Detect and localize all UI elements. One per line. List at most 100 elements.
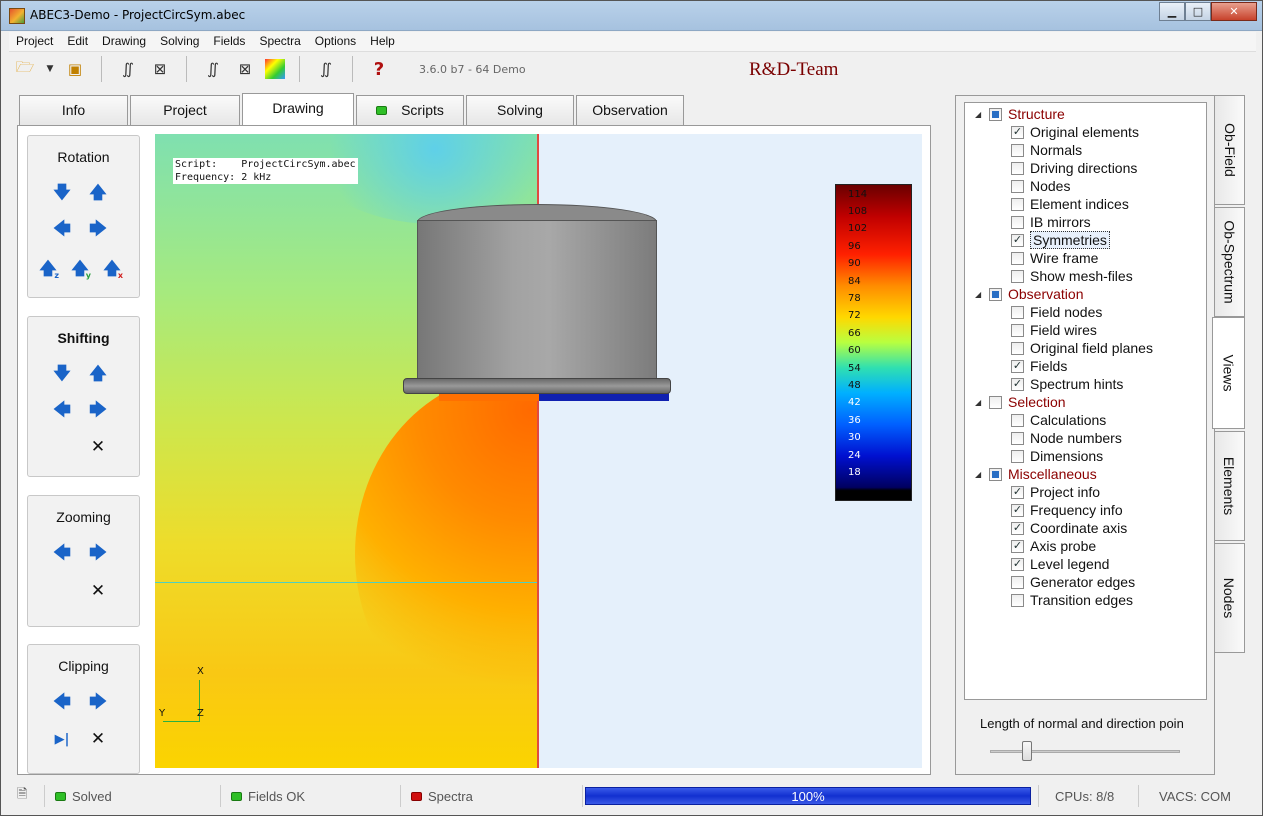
slider-thumb[interactable] [1022,741,1032,761]
checkbox[interactable] [1011,341,1024,355]
shift-down-icon[interactable]: 🡇 [52,364,72,385]
tree-item[interactable]: Field nodes [1011,303,1102,321]
menu-edit[interactable]: Edit [60,32,95,51]
tab-nodes[interactable]: Nodes [1214,543,1245,653]
rotate-x-icon[interactable]: 🡅 x [102,259,123,281]
tree-item[interactable]: Element indices [1011,195,1129,213]
checkbox[interactable] [989,467,1002,481]
open-folder-icon[interactable]: 🗁 [13,57,37,81]
tree-item[interactable]: ✓ Coordinate axis [1011,519,1127,537]
tree-item[interactable]: Wire frame [1011,249,1098,267]
shift-reset-icon[interactable]: ✕ [88,437,108,457]
tree-category[interactable]: ◢ Structure [975,105,1065,123]
tree-item[interactable]: ✓ Symmetries [1011,231,1110,249]
tree-item[interactable]: ✓ Spectrum hints [1011,375,1123,393]
menu-options[interactable]: Options [308,32,363,51]
menu-project[interactable]: Project [9,32,60,51]
tree-item[interactable]: Normals [1011,141,1082,159]
rotate-down-icon[interactable]: 🡇 [52,183,72,204]
checkbox[interactable]: ✓ [1011,539,1024,553]
spectrum-icon[interactable]: ∬ [314,57,338,81]
clip-right-icon[interactable]: 🡆 [88,692,108,713]
tab-observation[interactable]: Observation [576,95,684,126]
tab-solving[interactable]: Solving [466,95,574,126]
tree-item[interactable]: Calculations [1011,411,1106,429]
checkbox[interactable]: ✓ [1011,521,1024,535]
tree-category[interactable]: ◢ Miscellaneous [975,465,1097,483]
tree-item[interactable]: ✓ Original elements [1011,123,1139,141]
collapse-triangle-icon[interactable]: ◢ [975,290,985,299]
tree-item[interactable]: Transition edges [1011,591,1133,609]
checkbox[interactable] [1011,269,1024,283]
rotate-up-icon[interactable]: 🡅 [88,183,108,204]
maximize-button[interactable]: □ [1185,2,1211,21]
tab-elements[interactable]: Elements [1214,431,1245,541]
collapse-triangle-icon[interactable]: ◢ [975,110,985,119]
clip-left-icon[interactable]: 🡄 [52,692,72,713]
shift-right-icon[interactable]: 🡆 [88,400,108,421]
tree-category[interactable]: ◢ Selection [975,393,1066,411]
close-button[interactable]: ✕ [1211,2,1257,21]
tree-item[interactable]: Show mesh-files [1011,267,1133,285]
checkbox[interactable] [1011,179,1024,193]
tab-drawing[interactable]: Drawing [242,93,354,126]
tree-item[interactable]: Driving directions [1011,159,1137,177]
checkbox[interactable]: ✓ [1011,125,1024,139]
checkbox[interactable] [1011,449,1024,463]
checkbox[interactable] [989,287,1002,301]
checkbox[interactable] [1011,323,1024,337]
tree-item[interactable]: Dimensions [1011,447,1103,465]
collapse-triangle-icon[interactable]: ◢ [975,470,985,479]
shift-up-icon[interactable]: 🡅 [88,364,108,385]
tab-ob-field[interactable]: Ob-Field [1214,95,1245,205]
mesh-icon[interactable]: ⊠ [148,57,172,81]
checkbox[interactable] [989,395,1002,409]
checkbox[interactable]: ✓ [1011,377,1024,391]
clip-play-icon[interactable]: ▶| [52,729,72,749]
checkbox[interactable] [1011,251,1024,265]
checkbox[interactable] [1011,161,1024,175]
help-icon[interactable]: ? [367,57,391,81]
tab-scripts[interactable]: Scripts [356,95,464,126]
tree-item[interactable]: ✓ Project info [1011,483,1100,501]
tree-item[interactable]: ✓ Axis probe [1011,537,1096,555]
menu-spectra[interactable]: Spectra [252,32,307,51]
rotate-z-icon[interactable]: 🡅 z [38,259,59,281]
tab-ob-spectrum[interactable]: Ob-Spectrum [1214,207,1245,317]
tree-item[interactable]: ✓ Level legend [1011,555,1109,573]
checkbox[interactable]: ✓ [1011,485,1024,499]
menu-fields[interactable]: Fields [206,32,252,51]
dropdown-arrow-icon[interactable]: ▼ [45,57,55,81]
tree-item[interactable]: Nodes [1011,177,1070,195]
zoom-in-icon[interactable]: 🡆 [88,543,108,564]
collapse-triangle-icon[interactable]: ◢ [975,398,985,407]
tree-item[interactable]: ✓ Fields [1011,357,1067,375]
checkbox[interactable]: ✓ [1011,233,1024,247]
menu-drawing[interactable]: Drawing [95,32,153,51]
checkbox[interactable] [1011,413,1024,427]
checkbox[interactable] [1011,305,1024,319]
checkbox[interactable] [989,107,1002,121]
tab-project[interactable]: Project [130,95,240,126]
menu-help[interactable]: Help [363,32,402,51]
checkbox[interactable]: ✓ [1011,359,1024,373]
checkbox[interactable]: ✓ [1011,503,1024,517]
field-mesh-icon[interactable]: ⊠ [233,57,257,81]
3d-viewport[interactable]: Script: ProjectCircSym.abec Frequency: 2… [155,134,922,768]
checkbox[interactable] [1011,197,1024,211]
zoom-out-icon[interactable]: 🡄 [52,543,72,564]
save-icon[interactable]: ▣ [63,57,87,81]
checkbox[interactable] [1011,593,1024,607]
tree-item[interactable]: IB mirrors [1011,213,1091,231]
fields-icon[interactable]: ∬ [201,57,225,81]
solve-icon[interactable]: ∬ [116,57,140,81]
tree-item[interactable]: Generator edges [1011,573,1135,591]
tab-info[interactable]: Info [19,95,128,126]
zoom-reset-icon[interactable]: ✕ [88,581,108,601]
checkbox[interactable] [1011,431,1024,445]
tree-item[interactable]: ✓ Frequency info [1011,501,1123,519]
tree-item[interactable]: Original field planes [1011,339,1153,357]
normal-length-slider[interactable] [990,750,1180,753]
color-map-icon[interactable] [265,59,285,79]
clip-reset-icon[interactable]: ✕ [88,729,108,749]
